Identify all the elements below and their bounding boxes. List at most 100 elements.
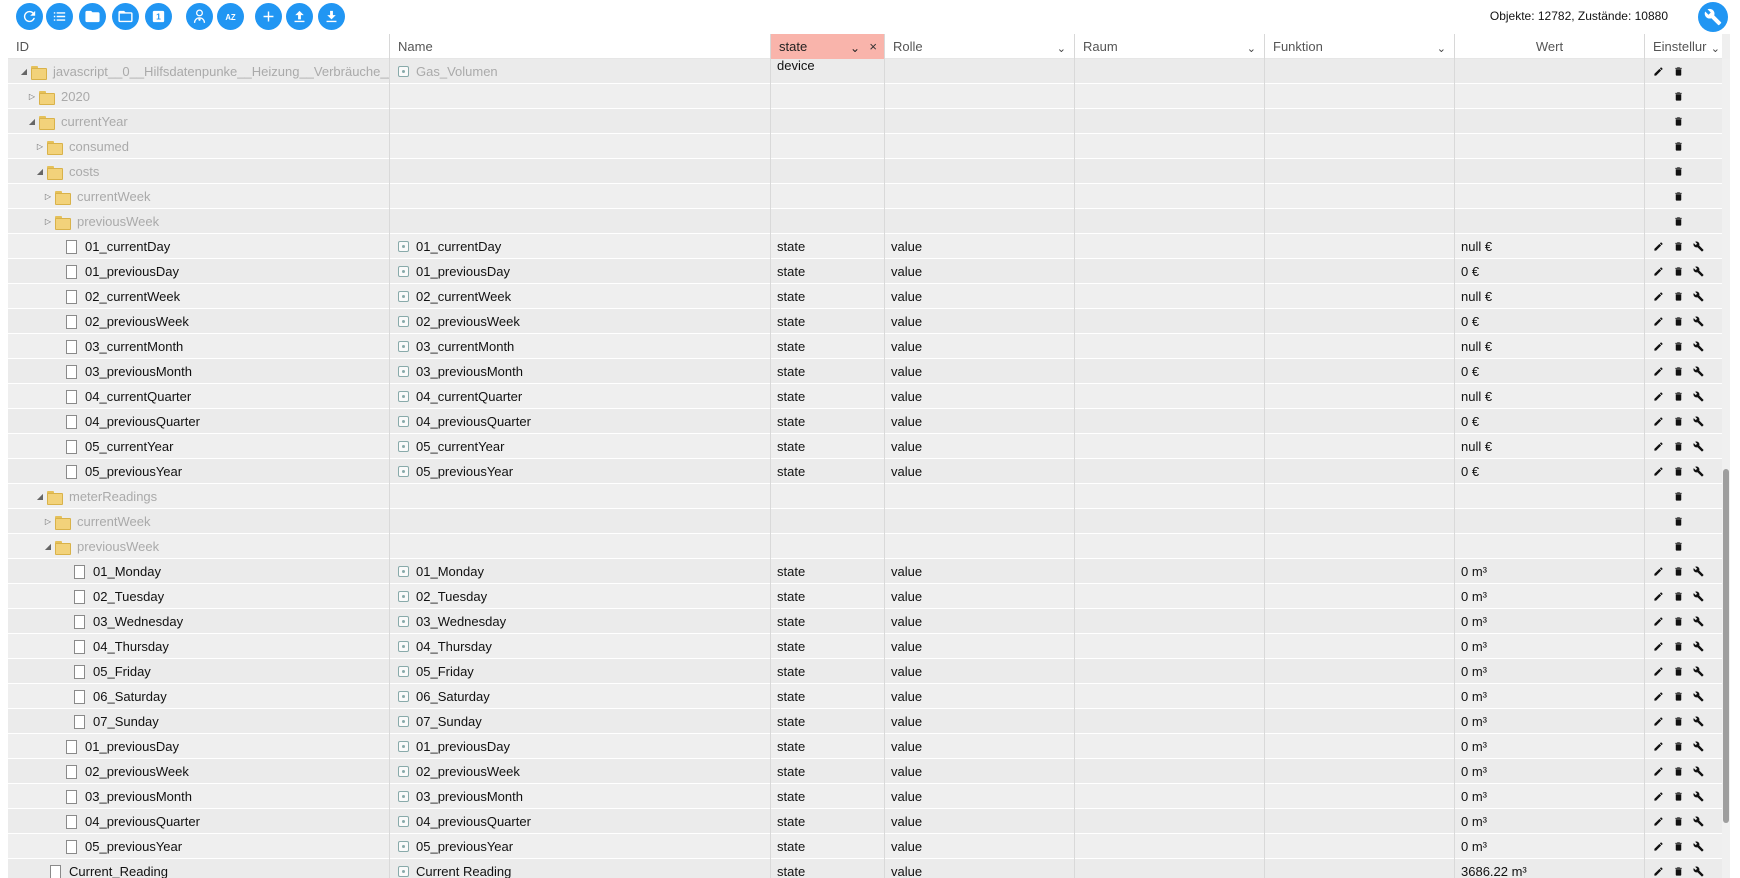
column-header-name[interactable]: Name <box>390 34 771 59</box>
table-row[interactable]: 02_previousWeek 02_previousWeek state value… <box>8 309 1722 334</box>
value-cell[interactable]: 0 m³ <box>1455 659 1645 684</box>
table-row[interactable]: 02_previousWeek 02_previousWeek state value… <box>8 759 1722 784</box>
pencil-icon[interactable] <box>1653 391 1664 402</box>
function-cell[interactable] <box>1265 84 1455 109</box>
wrench-icon[interactable] <box>1693 841 1704 852</box>
function-cell[interactable] <box>1265 334 1455 359</box>
folder-row[interactable]: ◢ currentYear <box>8 109 1722 134</box>
wrench-icon[interactable] <box>1693 691 1704 702</box>
value-cell[interactable]: 0 m³ <box>1455 634 1645 659</box>
function-cell[interactable] <box>1265 809 1455 834</box>
function-cell[interactable] <box>1265 634 1455 659</box>
trash-icon[interactable] <box>1673 441 1684 452</box>
scrollbar-thumb[interactable] <box>1723 469 1729 823</box>
trash-icon[interactable] <box>1673 416 1684 427</box>
room-cell[interactable] <box>1075 59 1265 84</box>
folder-row[interactable]: ◢ javascript__0__Hilfsdatenpunke__Heizung… <box>8 59 1722 84</box>
room-cell[interactable] <box>1075 659 1265 684</box>
function-cell[interactable] <box>1265 834 1455 859</box>
room-cell[interactable] <box>1075 634 1265 659</box>
table-row[interactable]: 04_Thursday 04_Thursday state value 0 m³ <box>8 634 1722 659</box>
expand-toggle-icon[interactable]: ▷ <box>35 134 45 159</box>
trash-icon[interactable] <box>1673 516 1684 527</box>
pencil-icon[interactable] <box>1653 316 1664 327</box>
table-row[interactable]: 02_Tuesday 02_Tuesday state value 0 m³ <box>8 584 1722 609</box>
table-row[interactable]: 04_previousQuarter 04_previousQuarter stat… <box>8 409 1722 434</box>
chevron-down-icon[interactable]: ⌄ <box>850 35 860 61</box>
folder-row[interactable]: ▷ currentWeek <box>8 184 1722 209</box>
value-cell[interactable]: 0 € <box>1455 309 1645 334</box>
pencil-icon[interactable] <box>1653 266 1664 277</box>
function-cell[interactable] <box>1265 759 1455 784</box>
list-view-button[interactable] <box>46 3 73 30</box>
function-cell[interactable] <box>1265 784 1455 809</box>
trash-icon[interactable] <box>1673 641 1684 652</box>
pencil-icon[interactable] <box>1653 441 1664 452</box>
pencil-icon[interactable] <box>1653 291 1664 302</box>
value-cell[interactable]: 0 m³ <box>1455 709 1645 734</box>
wrench-icon[interactable] <box>1693 866 1704 877</box>
table-row[interactable]: 03_Wednesday 03_Wednesday state value 0 m³ <box>8 609 1722 634</box>
room-cell[interactable] <box>1075 684 1265 709</box>
column-header-settings[interactable]: Einstellur ⌄ <box>1645 34 1722 59</box>
folder-row[interactable]: ◢ meterReadings <box>8 484 1722 509</box>
table-row[interactable]: 05_previousYear 05_previousYear state value… <box>8 834 1722 859</box>
expand-toggle-icon[interactable]: ▷ <box>43 509 53 534</box>
value-cell[interactable]: 0 m³ <box>1455 759 1645 784</box>
trash-icon[interactable] <box>1673 141 1684 152</box>
room-cell[interactable] <box>1075 234 1265 259</box>
trash-icon[interactable] <box>1673 616 1684 627</box>
trash-icon[interactable] <box>1673 566 1684 577</box>
function-cell[interactable] <box>1265 534 1455 559</box>
value-cell[interactable]: 0 m³ <box>1455 784 1645 809</box>
function-cell[interactable] <box>1265 559 1455 584</box>
value-cell[interactable]: 0 m³ <box>1455 834 1645 859</box>
function-cell[interactable] <box>1265 359 1455 384</box>
function-cell[interactable] <box>1265 209 1455 234</box>
folder-row[interactable]: ▷ 2020 <box>8 84 1722 109</box>
wrench-icon[interactable] <box>1693 816 1704 827</box>
pencil-icon[interactable] <box>1653 666 1664 677</box>
table-row[interactable]: 05_previousYear 05_previousYear state value… <box>8 459 1722 484</box>
table-row[interactable]: 03_previousMonth 03_previousMonth state val… <box>8 784 1722 809</box>
value-cell[interactable]: 0 m³ <box>1455 684 1645 709</box>
value-cell[interactable]: 0 € <box>1455 409 1645 434</box>
room-cell[interactable] <box>1075 609 1265 634</box>
wrench-icon[interactable] <box>1693 741 1704 752</box>
room-cell[interactable] <box>1075 384 1265 409</box>
trash-icon[interactable] <box>1673 241 1684 252</box>
function-cell[interactable] <box>1265 584 1455 609</box>
value-cell[interactable]: 0 € <box>1455 459 1645 484</box>
trash-icon[interactable] <box>1673 191 1684 202</box>
room-cell[interactable] <box>1075 159 1265 184</box>
function-cell[interactable] <box>1265 609 1455 634</box>
refresh-button[interactable] <box>16 3 43 30</box>
trash-icon[interactable] <box>1673 166 1684 177</box>
wrench-icon[interactable] <box>1693 766 1704 777</box>
function-cell[interactable] <box>1265 484 1455 509</box>
wrench-icon[interactable] <box>1693 391 1704 402</box>
function-cell[interactable] <box>1265 734 1455 759</box>
trash-icon[interactable] <box>1673 716 1684 727</box>
function-cell[interactable] <box>1265 384 1455 409</box>
column-header-id[interactable]: ID <box>8 34 390 59</box>
vertical-scrollbar[interactable] <box>1722 59 1730 878</box>
value-cell[interactable]: null € <box>1455 284 1645 309</box>
collapse-toggle-icon[interactable]: ◢ <box>43 534 53 559</box>
trash-icon[interactable] <box>1673 466 1684 477</box>
table-row[interactable]: 02_currentWeek 02_currentWeek state value nu… <box>8 284 1722 309</box>
trash-icon[interactable] <box>1673 816 1684 827</box>
trash-icon[interactable] <box>1673 841 1684 852</box>
wrench-icon[interactable] <box>1693 241 1704 252</box>
table-row[interactable]: 03_previousMonth 03_previousMonth state val… <box>8 359 1722 384</box>
value-cell[interactable]: 0 € <box>1455 259 1645 284</box>
trash-icon[interactable] <box>1673 666 1684 677</box>
wrench-icon[interactable] <box>1693 666 1704 677</box>
table-row[interactable]: 01_currentDay 01_currentDay state value null… <box>8 234 1722 259</box>
wrench-icon[interactable] <box>1693 316 1704 327</box>
function-cell[interactable] <box>1265 309 1455 334</box>
pencil-icon[interactable] <box>1653 416 1664 427</box>
trash-icon[interactable] <box>1673 391 1684 402</box>
pencil-icon[interactable] <box>1653 716 1664 727</box>
folder-row[interactable]: ▷ previousWeek <box>8 209 1722 234</box>
